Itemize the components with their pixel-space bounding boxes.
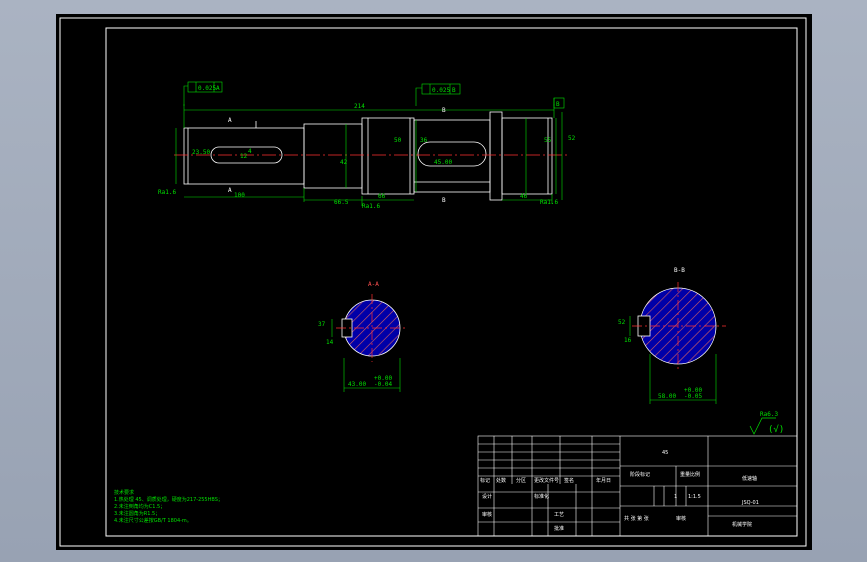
roughness-paren: (√) <box>768 424 784 435</box>
notes-title: 技术要求 <box>114 489 134 496</box>
svg-text:B: B <box>556 101 560 108</box>
dim-right-len: 46 <box>520 193 528 200</box>
sec-a-dim2: 14 <box>326 339 334 346</box>
tb-part-name: 低速轴 <box>742 475 757 482</box>
section-b-view <box>629 282 726 404</box>
notes-line3: 3.未注圆角为R1.5； <box>114 510 160 517</box>
tb-check-label: 审核 <box>482 511 492 518</box>
tb-material: 45 <box>662 450 668 456</box>
dim-shoulder-dia: 55 <box>544 137 552 144</box>
section-a-view <box>331 294 408 392</box>
outer-frame <box>59 17 807 547</box>
tb-design-label: 设计 <box>482 493 492 500</box>
tb-sheet-label: 共 张 第 张 <box>624 515 649 522</box>
section-b-label: B-B <box>674 267 685 274</box>
dimension-lines <box>175 85 563 206</box>
sec-a-width: 43.00 <box>348 381 366 388</box>
sec-a-dim1: 37 <box>318 321 326 328</box>
tb-count-label: 处数 <box>496 477 506 484</box>
tb-process-label: 工艺 <box>554 512 564 518</box>
sec-b-dim2: 16 <box>624 337 632 344</box>
tb-weight-label: 重量 <box>680 471 690 478</box>
tb-scale: 1:1.5 <box>688 494 701 500</box>
tb-approve-label: 批准 <box>554 525 564 532</box>
shaft-drawing: 0.025 A 0.025 B B 214 100 23.50 12 4 66.… <box>59 17 807 547</box>
tb-sign-label: 签名 <box>564 477 574 484</box>
cad-viewport[interactable]: 0.025 A 0.025 B B 214 100 23.50 12 4 66.… <box>56 14 812 550</box>
gdt-mid-datum: B <box>452 87 456 94</box>
dim-mid-dia: 50 <box>394 137 402 144</box>
dim-left-dia: 42 <box>340 159 348 166</box>
roughness-c: Ra1.6 <box>540 199 558 206</box>
inner-frame <box>105 27 798 537</box>
technical-notes: 技术要求 1.热处理 45、调质处理，硬度为217-255HBS； 2.未注倒角… <box>114 489 223 524</box>
datum-box-right: B <box>553 97 565 109</box>
tb-change-label: 更改文件号 <box>534 477 559 484</box>
dim-keyway: 23.50 <box>192 149 210 156</box>
cut-mark-b-top: B <box>442 107 446 114</box>
dim-step-a: 36 <box>420 137 428 144</box>
cut-mark-a-top: A <box>228 117 232 124</box>
dim-right-dia: 52 <box>568 135 576 142</box>
gdt-frame-left: 0.025 A <box>187 81 223 93</box>
tb-stage-label: 阶段标记 <box>630 471 650 478</box>
tb-review-label: 审核 <box>676 515 686 522</box>
tb-school: 机械学院 <box>732 521 752 528</box>
tb-drawing-no: JSQ-01 <box>741 500 759 506</box>
dim-overall: 214 <box>354 103 365 110</box>
tb-qty: 1 <box>674 494 677 500</box>
sec-b-width: 58.00 <box>658 393 676 400</box>
dim-left-length: 100 <box>234 192 245 199</box>
gdt-frame-mid: 0.025 B <box>421 83 461 95</box>
sec-a-tol-dn: -0.04 <box>374 381 392 388</box>
cut-mark-b-bot: B <box>442 197 446 204</box>
svg-text:Ra6.3: Ra6.3 <box>760 411 778 418</box>
notes-line1: 1.热处理 45、调质处理，硬度为217-255HBS； <box>114 496 223 503</box>
roughness-b: Ra1.6 <box>362 203 380 210</box>
dim-mid-b: 66 <box>378 193 386 200</box>
sec-b-dim1: 52 <box>618 319 626 326</box>
notes-line4: 4.未注尺寸公差按GB/T 1804-m。 <box>114 517 192 524</box>
tb-scale-label: 比例 <box>690 471 700 478</box>
roughness-general-symbol: Ra6.3 (√) <box>749 411 784 435</box>
dim-right-keyway: 45.00 <box>434 159 452 166</box>
tb-standard-label: 标准化 <box>534 493 549 500</box>
cut-mark-a-bot: A <box>228 187 232 194</box>
notes-line2: 2.未注倒角均为C1.5； <box>114 503 165 510</box>
dim-mid-a: 66.5 <box>334 199 349 206</box>
gdt-left-datum: A <box>216 85 220 92</box>
dim-key-width: 12 <box>240 153 248 160</box>
gdt-mid-value: 0.025 <box>432 87 450 94</box>
tb-mark-label: 标记 <box>480 477 490 484</box>
sec-b-tol-dn: -0.05 <box>684 393 702 400</box>
dim-key-offset: 4 <box>248 148 252 155</box>
section-a-label: A-A <box>368 281 379 288</box>
gdt-left-value: 0.025 <box>198 85 216 92</box>
tb-date-label: 年月日 <box>596 477 611 484</box>
roughness-a: Ra1.6 <box>158 189 176 196</box>
tb-zone-label: 分区 <box>516 477 526 484</box>
